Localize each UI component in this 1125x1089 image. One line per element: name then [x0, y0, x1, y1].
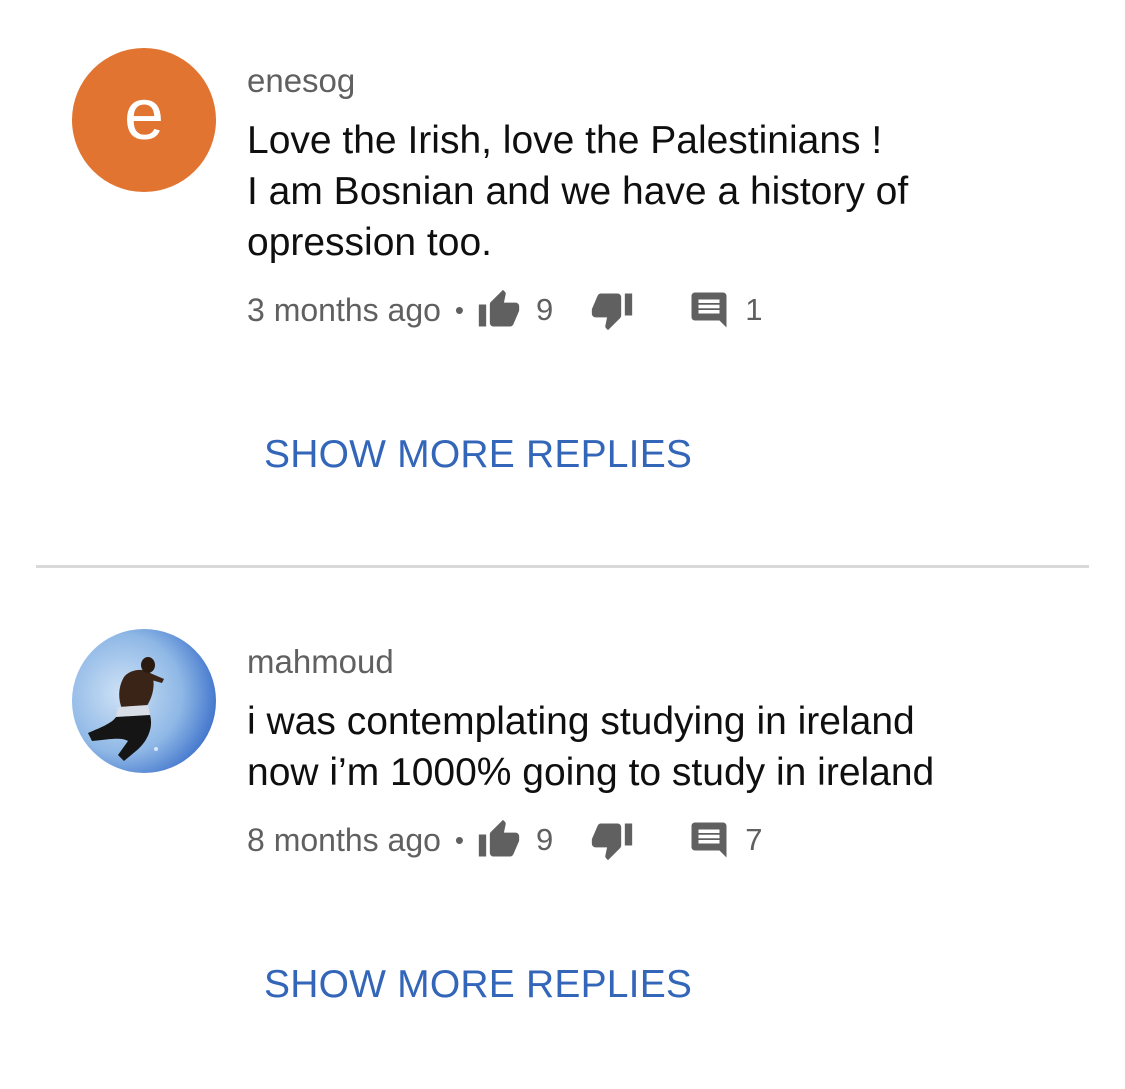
comment-icon	[691, 822, 727, 858]
like-count: 9	[536, 292, 554, 327]
thumbs-down-icon	[592, 293, 633, 331]
comment-text-line: now i’m 1000% going to study in ireland	[247, 751, 935, 794]
avatar[interactable]: e	[72, 48, 216, 192]
show-more-replies-button[interactable]: SHOW MORE REPLIES	[264, 432, 692, 478]
comment-thread: e enesog Love the Irish, love the Palest…	[0, 0, 1125, 540]
comment-meta: 8 months ago • 9 7	[247, 812, 1085, 868]
comment-text: i was contemplating studying in ireland …	[247, 696, 1085, 798]
like-count: 9	[536, 822, 554, 857]
dislike-button[interactable]	[589, 817, 635, 863]
like-button[interactable]	[476, 817, 522, 863]
comment-body: mahmoud i was contemplating studying in …	[247, 643, 1085, 868]
like-button[interactable]	[476, 287, 522, 333]
comment-text-line: i was contemplating studying in ireland	[247, 700, 915, 743]
comment-author[interactable]: mahmoud	[247, 643, 1085, 681]
comment-text: Love the Irish, love the Palestinians ! …	[247, 115, 1085, 268]
divider	[36, 565, 1089, 568]
person-photo-icon	[72, 629, 216, 773]
comment-timestamp: 3 months ago	[247, 291, 441, 328]
comment-meta: 3 months ago • 9 1	[247, 282, 1085, 338]
meta-separator: •	[454, 294, 465, 325]
comment-thread: mahmoud i was contemplating studying in …	[0, 580, 1125, 1089]
show-more-replies-button[interactable]: SHOW MORE REPLIES	[264, 962, 692, 1008]
thumbs-down-icon	[592, 823, 633, 861]
reply-count: 7	[745, 822, 763, 857]
avatar-letter: e	[123, 75, 165, 155]
comment-text-line: opression too.	[247, 221, 492, 264]
thumbs-up-icon	[478, 289, 520, 327]
comment-body: enesog Love the Irish, love the Palestin…	[247, 62, 1085, 338]
comment-author[interactable]: enesog	[247, 62, 1085, 100]
reply-button[interactable]	[687, 818, 731, 862]
avatar[interactable]	[72, 629, 216, 773]
dislike-button[interactable]	[589, 287, 635, 333]
comment-icon	[691, 292, 727, 328]
comment-text-line: I am Bosnian and we have a history of	[247, 170, 909, 213]
comment-timestamp: 8 months ago	[247, 821, 441, 858]
thumbs-up-icon	[478, 819, 520, 857]
meta-separator: •	[454, 824, 465, 855]
comment-text-line: Love the Irish, love the Palestinians !	[247, 119, 883, 162]
reply-button[interactable]	[687, 288, 731, 332]
reply-count: 1	[745, 292, 763, 327]
